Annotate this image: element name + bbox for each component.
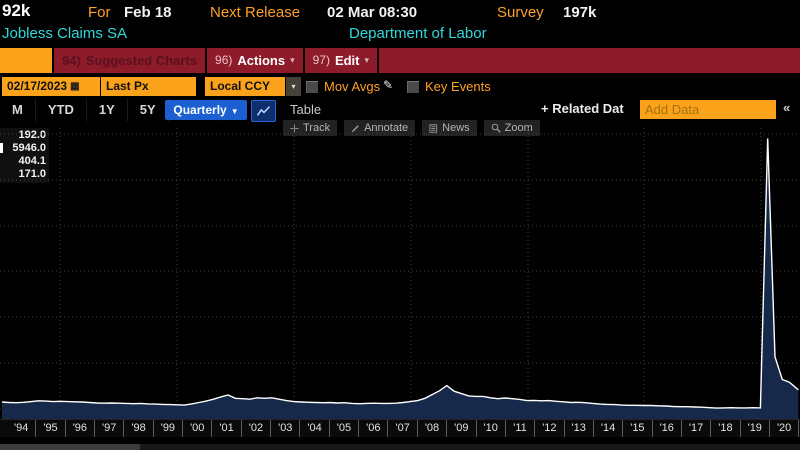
x-axis-year-label: '18 — [711, 420, 740, 437]
x-axis-year-label: '16 — [653, 420, 682, 437]
x-axis-year-label: '12 — [535, 420, 564, 437]
tab-range-ytd[interactable]: YTD — [36, 99, 87, 121]
pencil-icon[interactable]: ✎ — [383, 78, 393, 92]
tab-range-1y[interactable]: 1Y — [87, 99, 128, 121]
x-axis-year-label: '14 — [594, 420, 623, 437]
key-events-label: Key Events — [425, 78, 491, 96]
line-chart-icon — [256, 105, 271, 117]
x-axis-year-label: '01 — [212, 420, 241, 437]
chevron-down-icon: ▾ — [365, 48, 370, 73]
shortcut-number: 97) — [313, 48, 330, 73]
tab-bar: MYTD1Y5YMax Quarterly▼ Table + Related D… — [0, 99, 800, 122]
x-axis-year-label: '13 — [565, 420, 594, 437]
menu-item-suggested-charts[interactable]: 94) Suggested Charts — [54, 48, 205, 73]
menu-item-label: Suggested Charts — [86, 48, 197, 73]
next-release-label: Next Release — [210, 2, 300, 23]
x-axis: '94'95'96'97'98'99'00'01'02'03'04'05'06'… — [0, 419, 800, 437]
for-label: For — [88, 2, 111, 23]
menu-item-label: Edit — [335, 48, 360, 73]
data-source: Department of Labor — [349, 25, 487, 42]
shortcut-number: 96) — [215, 48, 232, 73]
x-axis-year-label: '08 — [418, 420, 447, 437]
x-axis-year-label: '97 — [95, 420, 124, 437]
menu-bar: 94) Suggested Charts 96) Actions ▾ 97) E… — [0, 48, 800, 73]
collapse-panel-icon[interactable]: « — [783, 100, 790, 115]
x-axis-year-label: '95 — [36, 420, 65, 437]
x-axis-year-label: '02 — [242, 420, 271, 437]
survey-value: 197k — [563, 2, 596, 23]
tab-range-m[interactable]: M — [0, 99, 36, 121]
shortcut-number: 94) — [62, 48, 81, 73]
chevron-down-icon: ▾ — [290, 48, 295, 73]
x-axis-year-label: '05 — [330, 420, 359, 437]
period-selector-button[interactable]: Quarterly▼ — [165, 100, 247, 120]
x-axis-year-label: '09 — [447, 420, 476, 437]
security-name: Jobless Claims SA — [2, 25, 127, 42]
currency-field[interactable]: Local CCY — [205, 77, 285, 96]
x-axis-year-label: '96 — [66, 420, 95, 437]
x-axis-year-label: '07 — [388, 420, 417, 437]
x-axis-year-label: '99 — [154, 420, 183, 437]
menu-item-edit[interactable]: 97) Edit ▾ — [305, 48, 377, 73]
x-axis-year-label: '94 — [7, 420, 36, 437]
table-view-button[interactable]: Table — [284, 100, 327, 120]
x-axis-year-label: '17 — [682, 420, 711, 437]
chevron-down-icon: ▾ — [291, 82, 295, 91]
x-axis-year-label: '15 — [623, 420, 652, 437]
area-fill — [2, 139, 798, 420]
mov-avgs-checkbox[interactable] — [306, 81, 318, 93]
tab-range-5y[interactable]: 5Y — [128, 99, 169, 121]
horizontal-scrollbar-thumb[interactable] — [0, 444, 140, 450]
menu-item-actions[interactable]: 96) Actions ▾ — [207, 48, 303, 73]
price-chart-plot-area[interactable] — [0, 128, 800, 419]
latest-value: 92k — [2, 1, 30, 21]
key-events-checkbox[interactable] — [407, 81, 419, 93]
x-axis-year-label: '04 — [300, 420, 329, 437]
survey-label: Survey — [497, 2, 544, 23]
x-axis-year-label: '20 — [770, 420, 799, 437]
x-axis-year-label: '06 — [359, 420, 388, 437]
x-axis-year-label: '03 — [271, 420, 300, 437]
x-axis-year-label: '00 — [183, 420, 212, 437]
x-axis-year-label: '10 — [477, 420, 506, 437]
field-bar: 02/17/2023 ▦ Last Px Local CCY ▾ Mov Avg… — [0, 76, 800, 98]
add-data-input[interactable]: Add Data — [640, 100, 776, 119]
next-release-value: 02 Mar 08:30 — [327, 2, 417, 23]
chevron-down-icon: ▼ — [231, 107, 239, 116]
related-data-label[interactable]: + Related Dat — [541, 101, 624, 116]
line-chart-type-button[interactable] — [251, 100, 276, 122]
mov-avgs-label: Mov Avgs — [324, 78, 380, 96]
highlighted-menu-button[interactable] — [0, 48, 52, 73]
price-type-field[interactable]: Last Px — [101, 77, 196, 96]
currency-dropdown-button[interactable]: ▾ — [286, 77, 301, 96]
for-date-value: Feb 18 — [124, 2, 172, 23]
menu-item-label: Actions — [237, 48, 285, 73]
x-axis-year-label: '98 — [124, 420, 153, 437]
x-axis-year-label: '11 — [506, 420, 535, 437]
x-axis-year-label: '19 — [741, 420, 770, 437]
price-line — [2, 139, 798, 409]
date-field[interactable]: 02/17/2023 ▦ — [2, 77, 100, 96]
calendar-icon[interactable]: ▦ — [70, 77, 79, 96]
bloomberg-terminal-window: 92k For Feb 18 Next Release 02 Mar 08:30… — [0, 0, 800, 450]
